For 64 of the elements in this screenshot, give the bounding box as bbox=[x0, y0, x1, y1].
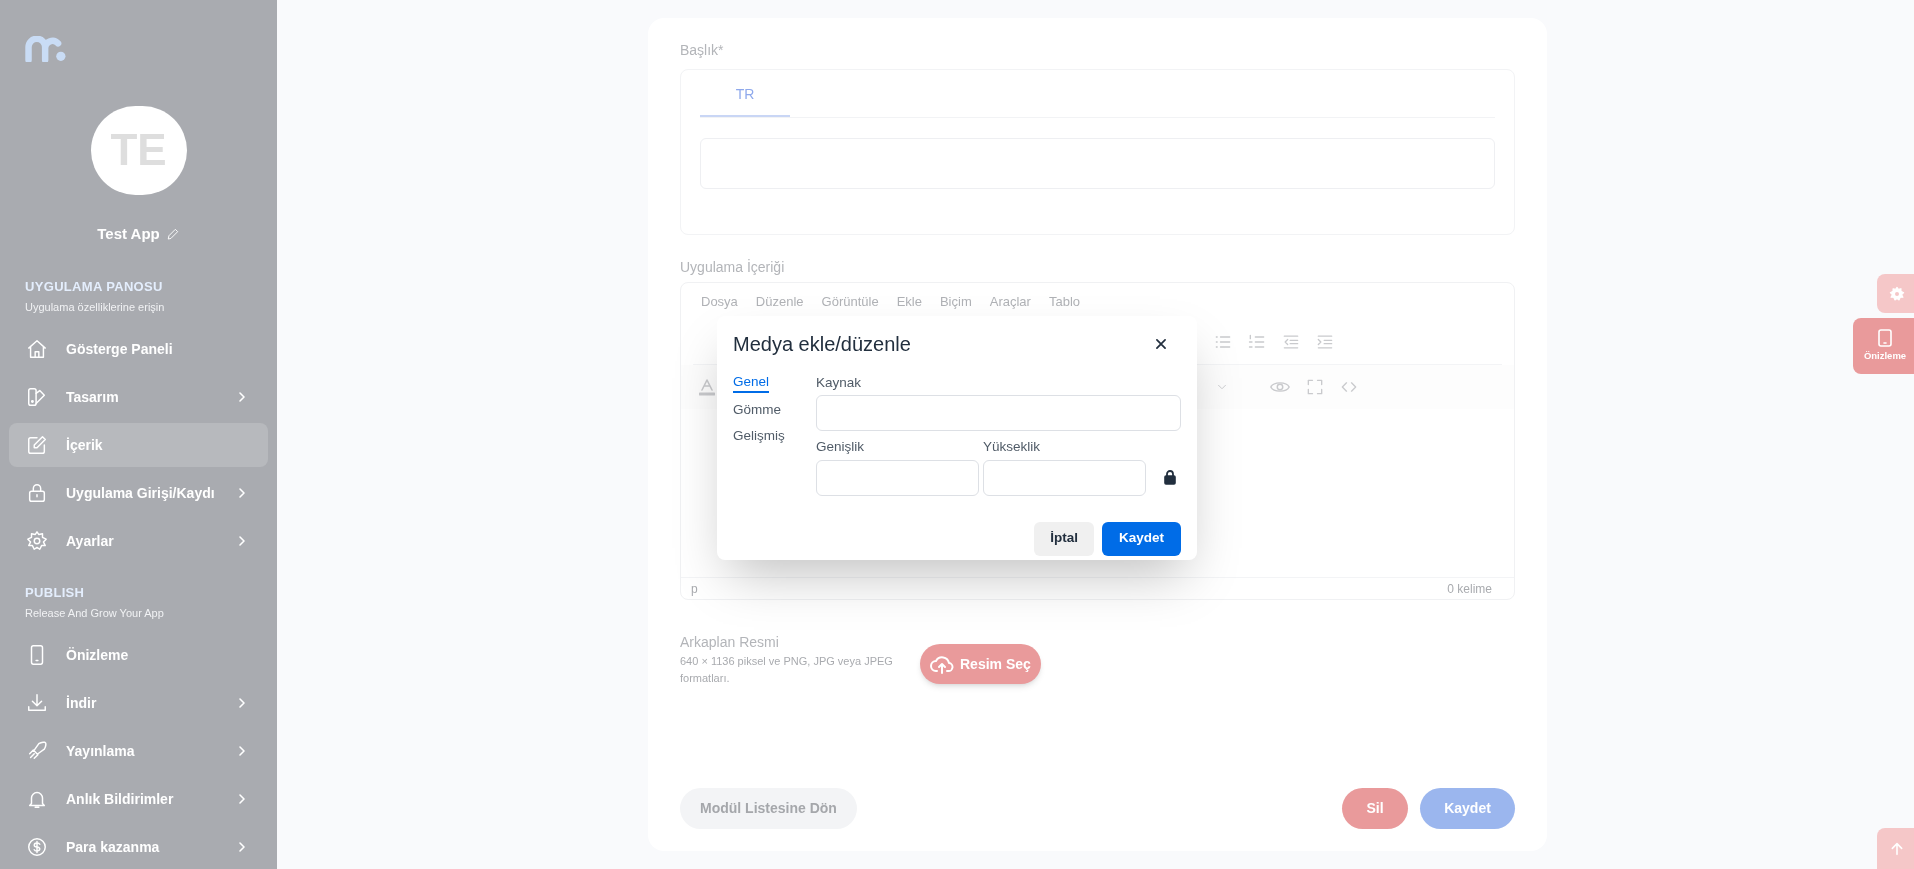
delete-button[interactable]: Sil bbox=[1342, 788, 1408, 829]
editor-menu-item[interactable]: Düzenle bbox=[755, 292, 804, 312]
height-input[interactable] bbox=[983, 459, 1146, 496]
dialog-title: Medya ekle/düzenle bbox=[733, 332, 911, 357]
editor-menu-item[interactable]: Görüntüle bbox=[821, 292, 879, 312]
save-button[interactable]: Kaydet bbox=[1420, 788, 1515, 829]
chevron-right-icon bbox=[238, 487, 246, 499]
settings-button[interactable] bbox=[1877, 274, 1914, 313]
phone-icon bbox=[1878, 328, 1892, 347]
dialog-tab[interactable]: Gömme bbox=[733, 401, 781, 419]
sidebar-item[interactable]: Tasarım bbox=[9, 375, 268, 419]
sidebar-item[interactable]: Uygulama Girişi/Kaydı bbox=[9, 471, 268, 515]
section-title: PUBLISH bbox=[25, 584, 86, 602]
sidebar-item[interactable]: İçerik bbox=[9, 423, 268, 467]
sidebar-item[interactable]: Önizleme bbox=[9, 633, 268, 677]
cancel-button[interactable]: İptal bbox=[1034, 521, 1094, 556]
width-input[interactable] bbox=[816, 459, 979, 496]
sidebar-item[interactable]: Yayınlama bbox=[9, 729, 268, 773]
app-name: Test App bbox=[97, 223, 160, 244]
dialog-tab[interactable]: Gelişmiş bbox=[733, 427, 785, 445]
field-hint: 640 × 1136 piksel ve PNG, JPG veya JPEG formatları. bbox=[680, 654, 894, 686]
field-label: Yükseklik bbox=[983, 438, 1042, 457]
back-to-modules-button[interactable]: Modül Listesine Dön bbox=[680, 788, 857, 829]
field-label: Arkaplan Resmi bbox=[680, 633, 780, 652]
dialog-tab[interactable]: Genel bbox=[733, 373, 770, 393]
sidebar-item[interactable]: Ayarlar bbox=[9, 519, 268, 563]
sidebar-item[interactable]: Gösterge Paneli bbox=[9, 327, 268, 371]
field-label: Başlık* bbox=[680, 41, 725, 60]
editor-menu-item[interactable]: Ekle bbox=[896, 292, 922, 312]
save-button[interactable]: Kaydet bbox=[1102, 521, 1181, 556]
close-icon bbox=[1154, 337, 1168, 351]
chevron-right-icon bbox=[238, 745, 246, 757]
word-count: 0 kelime bbox=[1447, 580, 1492, 598]
preview-button[interactable]: Önizleme bbox=[1853, 318, 1914, 374]
fullscreen-icon bbox=[1305, 377, 1325, 397]
lock-icon bbox=[1164, 470, 1176, 485]
scroll-to-top-button[interactable] bbox=[1877, 828, 1914, 869]
element-path: p bbox=[691, 580, 698, 598]
text-color-icon bbox=[699, 378, 715, 396]
arrow-up-icon bbox=[1889, 840, 1905, 857]
sidebar-item[interactable]: Anlık Bildirimler bbox=[9, 777, 268, 821]
editor-menu-item[interactable]: Biçim bbox=[939, 292, 972, 312]
chevron-right-icon bbox=[238, 697, 246, 709]
field-label: Kaynak bbox=[816, 374, 863, 392]
chevron-right-icon bbox=[238, 841, 246, 853]
language-tab[interactable]: TR bbox=[700, 84, 790, 117]
editor-menu-item[interactable]: Araçlar bbox=[989, 292, 1031, 312]
field-label: Genişlik bbox=[816, 438, 865, 457]
chevron-right-icon bbox=[238, 793, 246, 805]
sidebar-item[interactable]: Para kazanma bbox=[9, 825, 268, 869]
section-subtitle: Uygulama özelliklerine erişin bbox=[25, 299, 166, 315]
choose-image-button[interactable]: Resim Seç bbox=[920, 644, 1041, 684]
settings-icon bbox=[1889, 285, 1905, 302]
field-label: Uygulama İçeriği bbox=[680, 258, 786, 277]
chevron-right-icon bbox=[238, 535, 246, 547]
section-subtitle: Release And Grow Your App bbox=[25, 605, 165, 621]
section-title: UYGULAMA PANOSU bbox=[25, 278, 164, 296]
sidebar-item[interactable]: İndir bbox=[9, 681, 268, 725]
pencil-icon bbox=[165, 226, 180, 241]
editor-menu-item[interactable]: Tablo bbox=[1048, 292, 1080, 312]
cloud-upload-icon bbox=[930, 653, 954, 675]
editor-menu-item[interactable]: Dosya bbox=[701, 292, 738, 312]
chevron-right-icon bbox=[238, 391, 246, 403]
source-input[interactable] bbox=[816, 395, 1181, 432]
